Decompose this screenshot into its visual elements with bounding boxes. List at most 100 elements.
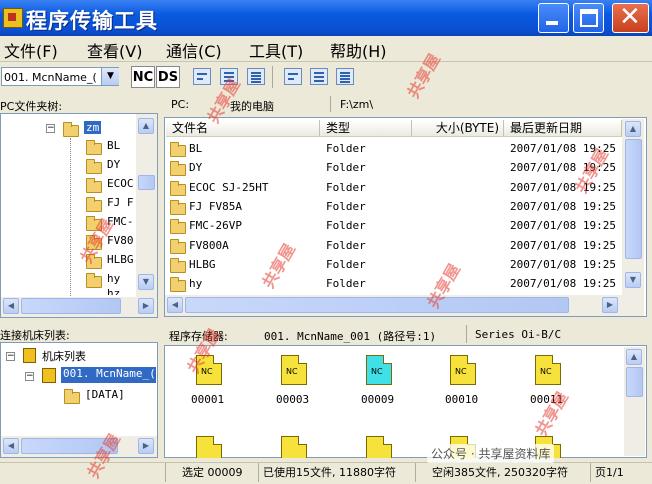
details-view-icon[interactable] [336, 68, 354, 85]
pc-folder-tree[interactable] [0, 113, 158, 318]
folder-icon [64, 389, 80, 404]
nc-file-name[interactable]: 00001 [191, 393, 224, 406]
program-memory-list[interactable] [164, 345, 647, 458]
file-date: 2007/01/08 19:25 [510, 199, 616, 213]
file-name: BL [189, 142, 203, 155]
vertical-scrollbar[interactable] [136, 114, 157, 297]
folder-icon [170, 277, 186, 293]
maximize-icon [580, 9, 598, 27]
machine-icon [42, 368, 56, 383]
tree-item[interactable]: BL [107, 139, 120, 152]
scroll-down-icon[interactable]: ▼ [625, 272, 641, 288]
minimize-button[interactable] [538, 3, 569, 33]
collapse-icon[interactable]: − [46, 124, 55, 133]
folder-icon [170, 142, 186, 157]
nc-file-icon[interactable] [281, 436, 307, 458]
large-icons-icon[interactable] [284, 68, 302, 85]
file-type: Folder [326, 180, 366, 194]
tree-item[interactable]: DY [107, 158, 120, 171]
scroll-down-icon[interactable]: ▼ [138, 274, 154, 290]
scroll-right-icon[interactable]: ▶ [138, 438, 154, 454]
nc-file-icon[interactable]: NC [281, 355, 307, 385]
nc-file-icon[interactable] [196, 436, 222, 458]
file-date: 2007/01/08 19:25 [510, 180, 616, 194]
scroll-thumb[interactable] [21, 298, 121, 314]
scroll-thumb[interactable] [626, 367, 643, 397]
scroll-up-icon[interactable]: ▲ [138, 118, 154, 134]
nc-file-icon[interactable]: NC [450, 355, 476, 385]
col-date[interactable]: 最后更新日期 [504, 120, 622, 137]
file-date: 2007/01/08 19:25 [510, 277, 616, 291]
file-name: FV800A [189, 238, 229, 252]
file-type: Folder [326, 219, 366, 233]
large-icons-icon[interactable] [193, 68, 211, 85]
machine-item[interactable]: 001. McnName_( [61, 367, 156, 383]
file-type: Folder [326, 199, 366, 213]
nc-file-name[interactable]: 00003 [276, 393, 309, 406]
storage-series: Series Oi-B/C [475, 328, 562, 341]
folder-icon [86, 159, 102, 174]
close-button[interactable]: ✕ [612, 2, 649, 33]
close-icon: ✕ [619, 2, 641, 32]
file-name: DY [189, 161, 203, 175]
status-page: 页1/1 [590, 463, 652, 482]
tree-item-root[interactable]: zm [84, 121, 102, 134]
scroll-thumb[interactable] [185, 297, 569, 313]
list-view-icon[interactable] [310, 68, 328, 85]
folder-icon [86, 140, 102, 155]
scroll-left-icon[interactable]: ◀ [3, 298, 19, 314]
file-name: ECOC SJ-25HT [189, 180, 269, 194]
file-name: hy [189, 277, 203, 291]
file-type: Folder [326, 238, 366, 252]
scroll-thumb[interactable] [625, 139, 642, 259]
nc-file-icon[interactable]: NC [366, 355, 392, 385]
maximize-button[interactable] [573, 3, 604, 33]
file-type: Folder [326, 257, 366, 271]
tree-line [70, 138, 71, 298]
tree-item[interactable]: hz [107, 287, 120, 295]
nc-file-icon[interactable] [366, 436, 392, 458]
file-name: FMC-26VP [189, 219, 242, 233]
toolbar-separator [272, 66, 273, 88]
collapse-icon[interactable]: − [6, 352, 15, 361]
col-size[interactable]: 大小(BYTE) [412, 120, 504, 137]
pc-tree-header: PC文件夹树: [0, 100, 63, 113]
scroll-right-icon[interactable]: ▶ [602, 297, 618, 313]
file-date: 2007/01/08 19:25 [510, 219, 616, 233]
tree-item[interactable]: HLBG [107, 253, 134, 266]
tree-item[interactable]: FJ F [107, 196, 134, 209]
menu-tools[interactable]: 工具(T) [249, 38, 303, 62]
nc-file-icon-text: NC [286, 367, 298, 376]
scroll-left-icon[interactable]: ◀ [167, 297, 183, 313]
scroll-thumb[interactable] [138, 175, 155, 190]
menu-view[interactable]: 查看(V) [87, 38, 142, 62]
menu-file[interactable]: 文件(F) [4, 38, 58, 62]
ds-button[interactable]: DS [156, 66, 180, 88]
details-view-icon[interactable] [247, 68, 265, 85]
folder-icon [86, 178, 102, 193]
collapse-icon[interactable]: − [25, 372, 34, 381]
watermark-footer: 公众号 · 共享屋资料库 [427, 444, 555, 463]
col-name[interactable]: 文件名 [166, 120, 320, 137]
scroll-up-icon[interactable]: ▲ [625, 121, 641, 137]
nc-file-name[interactable]: 00009 [361, 393, 394, 406]
data-node[interactable]: [DATA] [85, 388, 125, 401]
nc-file-icon-text: NC [540, 367, 552, 376]
nc-file-name[interactable]: 00010 [445, 393, 478, 406]
nc-file-icon[interactable]: NC [535, 355, 561, 385]
scroll-up-icon[interactable]: ▲ [626, 349, 642, 365]
col-type[interactable]: 类型 [320, 120, 412, 137]
folder-icon [170, 161, 186, 177]
machine-list-root[interactable]: 机床列表 [42, 348, 86, 364]
scroll-left-icon[interactable]: ◀ [3, 438, 19, 454]
window-title: 程序传输工具 [26, 9, 158, 33]
tree-item[interactable]: ECOC [107, 177, 134, 190]
nc-button[interactable]: NC [131, 66, 155, 88]
chevron-down-icon[interactable]: ▼ [101, 68, 119, 85]
scroll-right-icon[interactable]: ▶ [138, 298, 154, 314]
menu-comm[interactable]: 通信(C) [166, 38, 222, 62]
menu-help[interactable]: 帮助(H) [330, 38, 387, 62]
status-used: 已使用15文件, 11880字符 [258, 463, 415, 482]
tree-item[interactable]: hy [107, 272, 120, 285]
folder-icon [170, 180, 186, 196]
